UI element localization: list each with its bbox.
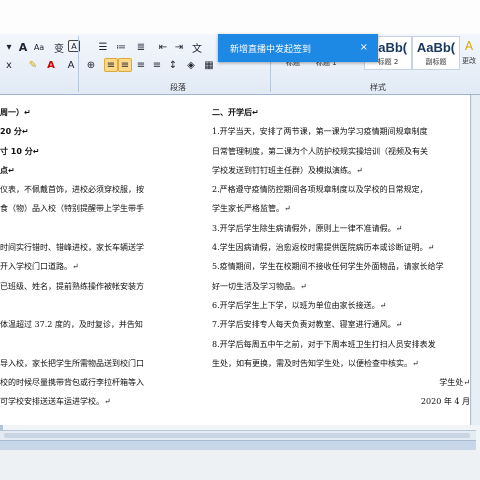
document-page[interactable]: 周一）↵ 20 分↵ 寸 10 分↵ 点↵ 仪表，不佩戴首饰，进校必须穿校服，按 食（物）…	[0, 95, 471, 425]
document-line	[0, 219, 190, 238]
grow-font-button[interactable]: A	[16, 40, 30, 54]
change-styles-label[interactable]: 更改	[462, 56, 476, 66]
document-line: 生处，如有更换，需及时告知学生处，以便检查中核实。↵	[212, 358, 419, 368]
font-color-icon[interactable]: A	[44, 58, 58, 72]
paragraph-group-label: 段落	[170, 83, 186, 92]
document-line: 20 分↵	[0, 127, 29, 137]
document-line	[0, 335, 190, 354]
taskbar	[0, 450, 480, 480]
document-line: 可学校安排送送车运进学校。↵	[0, 397, 111, 407]
chinese-layout-icon[interactable]: 文	[190, 40, 204, 55]
styles-group-label: 样式	[370, 83, 386, 92]
document-line: 2.严格遵守疫情防控期间各项规章制度以及学校的日常规定，	[212, 185, 428, 195]
phonetic-guide-button[interactable]: 变	[52, 40, 66, 55]
document-line: 学校发送到钉钉班主任群）及模拟演练。↵	[212, 165, 363, 175]
document-line: 学生处↵	[439, 378, 470, 388]
close-icon[interactable]: ×	[360, 42, 368, 53]
title-strip	[0, 0, 480, 34]
subscript-icon[interactable]: x	[2, 58, 16, 72]
shading-icon[interactable]: ◈	[184, 58, 198, 72]
decrease-indent-icon[interactable]: ⇤	[156, 40, 170, 54]
line-spacing-icon[interactable]: ↕	[166, 58, 180, 72]
increase-indent-icon[interactable]: ⇥	[172, 40, 186, 54]
document-line: 校的时候尽量携带背包或行李拉杆箱等入	[0, 378, 144, 388]
document-line: 学生家长严格监管。↵	[212, 204, 291, 214]
document-line: 5.疫情期间，学生在校期间不接收任何学生外面物品，请家长给学	[212, 262, 444, 272]
document-line: 6.开学后学生上下学，以班为单位由家长接送。↵	[212, 300, 387, 310]
notification-toast[interactable]: 新增直播中发起签到 ×	[218, 34, 378, 62]
enclose-char-icon[interactable]: ⊕	[84, 58, 98, 72]
document-line	[0, 296, 190, 315]
vertical-scrollbar[interactable]	[472, 95, 480, 425]
style-sample: AaBb(	[416, 39, 456, 55]
borders-icon[interactable]: ▦	[202, 58, 216, 72]
numbering-icon[interactable]: ≔	[114, 40, 128, 54]
scroll-thumb[interactable]	[4, 433, 470, 438]
document-line: 好一切生活及学习物品。↵	[212, 281, 307, 291]
document-line: 8.开学后每周五中午之前，对于下周本班卫生打扫人员安排表发	[212, 339, 436, 349]
justify-icon[interactable]: ≡	[150, 58, 164, 72]
align-center-icon[interactable]: ≡	[118, 58, 132, 72]
document-line: 1.开学当天，安排了两节课，第一课为学习疫情期间规章制度	[212, 127, 428, 137]
style-name: 副标题	[425, 57, 447, 66]
align-left-icon[interactable]: ≡	[104, 58, 118, 72]
change-styles-icon[interactable]: A	[462, 38, 476, 54]
char-shading-icon[interactable]: A	[64, 58, 78, 72]
style-name: 标题 2	[377, 57, 399, 66]
document-line: 日常管理制度，第二课为个人防护校规实操培训（视频及有关	[212, 146, 428, 156]
document-line: 点↵	[0, 165, 15, 175]
right-column: 二、开学后↵ 1.开学当天，安排了两节课，第一课为学习疫情期间规章制度 日常管理制度…	[212, 103, 470, 412]
left-column: 周一）↵ 20 分↵ 寸 10 分↵ 点↵ 仪表，不佩戴首饰，进校必须穿校服，按 食（物）…	[0, 103, 190, 412]
document-area: 周一）↵ 20 分↵ 寸 10 分↵ 点↵ 仪表，不佩戴首饰，进校必须穿校服，按 食（物）…	[0, 95, 476, 425]
document-line: 食（物）品入校（特别提醒带上学生带手	[0, 204, 144, 214]
document-line: 体温超过 37.2 度的，及时复诊，并告知	[0, 320, 143, 330]
document-line: 寸 10 分↵	[0, 146, 40, 156]
document-line: 二、开学后↵	[212, 108, 259, 117]
document-line: 3.开学后学生除生病请假外，原则上一律不准请假。↵	[212, 223, 403, 233]
multilevel-list-icon[interactable]: ≣	[134, 40, 148, 54]
document-line: 导入校，家长把学生所需物品送到校门口	[0, 358, 144, 368]
document-line: 仪表，不佩戴首饰，进校必须穿校服，按	[0, 185, 144, 195]
highlight-icon[interactable]: ✎	[26, 58, 40, 72]
document-line: 4.学生因病请假，治愈返校时需提供医院病历本或诊断证明。↵	[212, 243, 435, 253]
document-line: 2020 年 4 月	[420, 397, 470, 407]
shrink-font-button[interactable]: Aa	[32, 40, 46, 54]
document-line: 7.开学后安排专人每天负责对教室、寝室进行通风。↵	[212, 320, 403, 330]
toast-text: 新增直播中发起签到	[230, 44, 312, 55]
document-line: 周一）↵	[0, 108, 31, 117]
align-right-icon[interactable]: ≡	[134, 58, 148, 72]
bullets-icon[interactable]: ☰	[96, 40, 110, 54]
document-line: 已班级、姓名，提前熟练操作被帐安装方	[0, 281, 144, 291]
document-line: 开入学校门口道路。↵	[0, 262, 79, 272]
ribbon-divider	[78, 36, 79, 92]
document-line: 时间实行错时、错峰进校，家长车辆送学	[0, 243, 144, 253]
styles-gallery: AaBb( 标题 2 AaBb( 副标题	[364, 36, 460, 70]
style-subtitle[interactable]: AaBb( 副标题	[412, 36, 460, 70]
font-color-dropdown[interactable]: ▾	[2, 40, 16, 54]
